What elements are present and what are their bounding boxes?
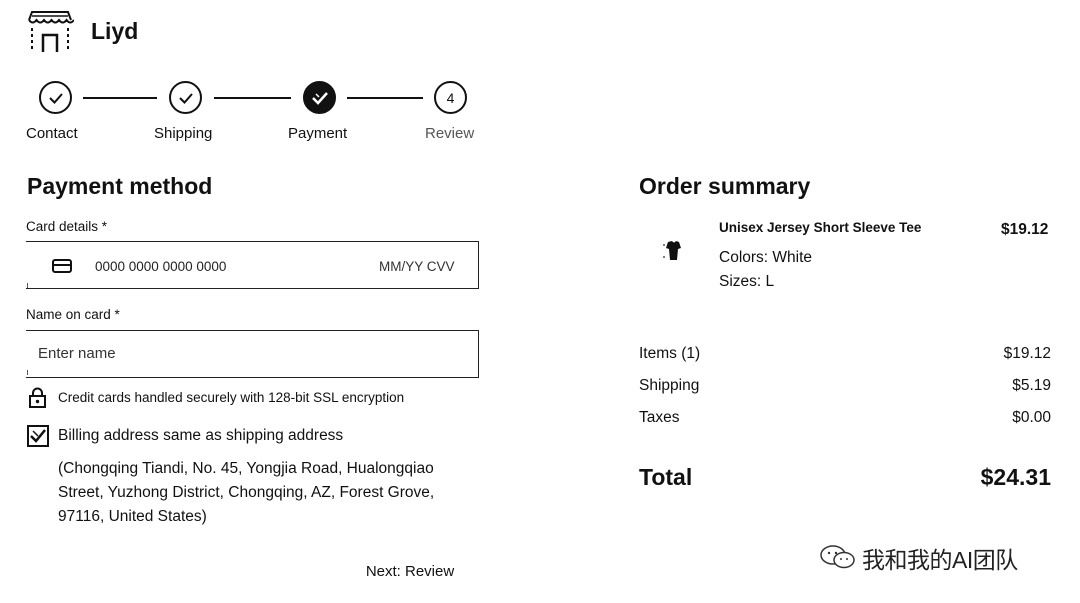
step-connector: [83, 97, 157, 99]
check-icon: [178, 92, 193, 104]
storefront-icon: [28, 11, 74, 52]
check-icon: [48, 92, 63, 104]
next-review-button[interactable]: Next: Review: [340, 557, 480, 585]
product-size: Sizes: L: [719, 273, 775, 290]
step-review-circle[interactable]: 4: [434, 81, 467, 114]
items-value: $19.12: [1003, 345, 1051, 362]
product-color: Colors: White: [719, 249, 813, 266]
step-shipping-circle[interactable]: [169, 81, 202, 114]
step-connector: [214, 97, 291, 99]
card-expiry-cvv-input[interactable]: MM/YY CVV: [379, 259, 455, 274]
field-error-marker: [27, 283, 28, 288]
items-label: Items (1): [639, 345, 701, 362]
total-label: Total: [639, 464, 693, 490]
step-payment-circle[interactable]: [303, 81, 336, 114]
step-number: 4: [446, 89, 455, 106]
step-label-payment: Payment: [288, 125, 348, 142]
step-contact-circle[interactable]: [39, 81, 72, 114]
step-label-contact: Contact: [26, 125, 78, 142]
step-connector: [347, 97, 423, 99]
taxes-label: Taxes: [639, 409, 680, 426]
card-details-field[interactable]: 0000 0000 0000 0000 MM/YY CVV: [26, 241, 479, 289]
name-on-card-label: Name on card *: [26, 307, 120, 322]
order-summary-title: Order summary: [639, 173, 811, 199]
field-error-marker: [27, 370, 28, 375]
check-icon: [311, 91, 328, 105]
name-on-card-input[interactable]: [38, 345, 438, 362]
card-number-input[interactable]: 0000 0000 0000 0000: [95, 259, 226, 274]
shipping-label: Shipping: [639, 377, 700, 394]
name-on-card-field[interactable]: [26, 330, 479, 378]
wechat-icon: [820, 545, 855, 569]
check-icon: [30, 429, 46, 443]
lock-icon: [29, 387, 46, 408]
watermark-text: 我和我的AI团队: [862, 547, 1018, 573]
billing-same-checkbox[interactable]: [27, 425, 49, 447]
total-value: $24.31: [980, 464, 1051, 490]
card-details-label: Card details *: [26, 219, 108, 234]
payment-method-title: Payment method: [27, 173, 213, 199]
step-label-review: Review: [425, 125, 475, 142]
billing-same-label[interactable]: Billing address same as shipping address: [58, 427, 343, 445]
product-thumbnail: [663, 241, 681, 260]
credit-card-icon: [52, 259, 72, 273]
product-name: Unisex Jersey Short Sleeve Tee: [719, 220, 922, 235]
billing-address-text: (Chongqing Tiandi, No. 45, Yongjia Road,…: [58, 460, 435, 525]
taxes-value: $0.00: [1012, 409, 1051, 426]
brand-name: Liyd: [91, 18, 139, 44]
step-label-shipping: Shipping: [154, 125, 213, 142]
shipping-value: $5.19: [1012, 377, 1051, 394]
product-price: $19.12: [1001, 221, 1049, 238]
ssl-security-note: Credit cards handled securely with 128-b…: [58, 390, 405, 405]
